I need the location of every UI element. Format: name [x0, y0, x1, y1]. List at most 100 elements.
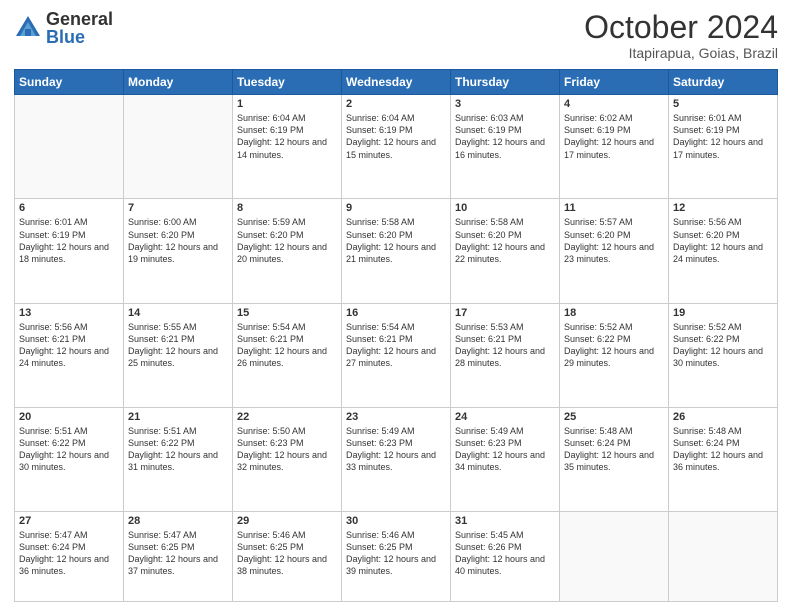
day-number: 25 — [564, 411, 664, 423]
day-info: Sunrise: 6:01 AM Sunset: 6:19 PM Dayligh… — [19, 216, 119, 265]
calendar-header: Sunday Monday Tuesday Wednesday Thursday… — [15, 70, 778, 95]
table-row: 15 Sunrise: 5:54 AM Sunset: 6:21 PM Dayli… — [233, 303, 342, 407]
day-number: 2 — [346, 98, 446, 110]
table-row — [15, 95, 124, 199]
table-row: 5 Sunrise: 6:01 AM Sunset: 6:19 PM Daylig… — [669, 95, 778, 199]
day-number: 31 — [455, 515, 555, 527]
day-number: 18 — [564, 307, 664, 319]
table-row: 25 Sunrise: 5:48 AM Sunset: 6:24 PM Dayli… — [560, 407, 669, 511]
day-number: 6 — [19, 202, 119, 214]
table-row: 7 Sunrise: 6:00 AM Sunset: 6:20 PM Daylig… — [124, 199, 233, 303]
day-info: Sunrise: 6:02 AM Sunset: 6:19 PM Dayligh… — [564, 112, 664, 161]
logo: General Blue — [14, 10, 113, 46]
title-area: October 2024 Itapirapua, Goias, Brazil — [584, 10, 778, 61]
col-saturday: Saturday — [669, 70, 778, 95]
day-info: Sunrise: 5:46 AM Sunset: 6:25 PM Dayligh… — [346, 529, 446, 578]
day-info: Sunrise: 6:01 AM Sunset: 6:19 PM Dayligh… — [673, 112, 773, 161]
day-number: 12 — [673, 202, 773, 214]
logo-icon — [14, 14, 42, 42]
table-row: 9Sunrise: 5:58 AM Sunset: 6:20 PM Daylig… — [342, 199, 451, 303]
col-wednesday: Wednesday — [342, 70, 451, 95]
table-row: 6 Sunrise: 6:01 AM Sunset: 6:19 PM Daylig… — [15, 199, 124, 303]
day-number: 1 — [237, 98, 337, 110]
day-info: Sunrise: 5:48 AM Sunset: 6:24 PM Dayligh… — [564, 425, 664, 474]
day-number: 14 — [128, 307, 228, 319]
day-info: Sunrise: 6:04 AM Sunset: 6:19 PM Dayligh… — [346, 112, 446, 161]
col-monday: Monday — [124, 70, 233, 95]
day-number: 27 — [19, 515, 119, 527]
day-info: Sunrise: 5:49 AM Sunset: 6:23 PM Dayligh… — [455, 425, 555, 474]
table-row — [669, 512, 778, 602]
col-tuesday: Tuesday — [233, 70, 342, 95]
location: Itapirapua, Goias, Brazil — [584, 45, 778, 61]
day-number: 21 — [128, 411, 228, 423]
day-number: 20 — [19, 411, 119, 423]
table-row: 17 Sunrise: 5:53 AM Sunset: 6:21 PM Dayli… — [451, 303, 560, 407]
table-row: 18 Sunrise: 5:52 AM Sunset: 6:22 PM Dayli… — [560, 303, 669, 407]
table-row: 12 Sunrise: 5:56 AM Sunset: 6:20 PM Dayli… — [669, 199, 778, 303]
day-number: 16 — [346, 307, 446, 319]
day-info: Sunrise: 5:57 AM Sunset: 6:20 PM Dayligh… — [564, 216, 664, 265]
table-row: 14Sunrise: 5:55 AM Sunset: 6:21 PM Dayli… — [124, 303, 233, 407]
day-info: Sunrise: 5:51 AM Sunset: 6:22 PM Dayligh… — [19, 425, 119, 474]
table-row: 23 Sunrise: 5:49 AM Sunset: 6:23 PM Dayli… — [342, 407, 451, 511]
day-info: Sunrise: 5:53 AM Sunset: 6:21 PM Dayligh… — [455, 321, 555, 370]
page: General Blue October 2024 Itapirapua, Go… — [0, 0, 792, 612]
col-friday: Friday — [560, 70, 669, 95]
table-row: 2 Sunrise: 6:04 AM Sunset: 6:19 PM Daylig… — [342, 95, 451, 199]
day-info: Sunrise: 5:52 AM Sunset: 6:22 PM Dayligh… — [673, 321, 773, 370]
month-title: October 2024 — [584, 10, 778, 45]
day-info: Sunrise: 5:56 AM Sunset: 6:21 PM Dayligh… — [19, 321, 119, 370]
table-row: 19 Sunrise: 5:52 AM Sunset: 6:22 PM Dayli… — [669, 303, 778, 407]
table-row: 8Sunrise: 5:59 AM Sunset: 6:20 PM Daylig… — [233, 199, 342, 303]
header-row: Sunday Monday Tuesday Wednesday Thursday… — [15, 70, 778, 95]
day-info: Sunrise: 5:56 AM Sunset: 6:20 PM Dayligh… — [673, 216, 773, 265]
calendar-body: 1 Sunrise: 6:04 AM Sunset: 6:19 PM Daylig… — [15, 95, 778, 602]
day-number: 26 — [673, 411, 773, 423]
day-info: Sunrise: 6:00 AM Sunset: 6:20 PM Dayligh… — [128, 216, 228, 265]
day-number: 23 — [346, 411, 446, 423]
table-row: 30Sunrise: 5:46 AM Sunset: 6:25 PM Dayli… — [342, 512, 451, 602]
table-row: 31 Sunrise: 5:45 AM Sunset: 6:26 PM Dayli… — [451, 512, 560, 602]
day-info: Sunrise: 6:03 AM Sunset: 6:19 PM Dayligh… — [455, 112, 555, 161]
day-info: Sunrise: 5:45 AM Sunset: 6:26 PM Dayligh… — [455, 529, 555, 578]
table-row: 20 Sunrise: 5:51 AM Sunset: 6:22 PM Dayli… — [15, 407, 124, 511]
day-info: Sunrise: 5:54 AM Sunset: 6:21 PM Dayligh… — [346, 321, 446, 370]
day-info: Sunrise: 5:58 AM Sunset: 6:20 PM Dayligh… — [455, 216, 555, 265]
day-number: 15 — [237, 307, 337, 319]
calendar-table: Sunday Monday Tuesday Wednesday Thursday… — [14, 69, 778, 602]
day-info: Sunrise: 5:46 AM Sunset: 6:25 PM Dayligh… — [237, 529, 337, 578]
table-row: 11Sunrise: 5:57 AM Sunset: 6:20 PM Dayli… — [560, 199, 669, 303]
logo-general-text: General — [46, 10, 113, 28]
table-row: 4Sunrise: 6:02 AM Sunset: 6:19 PM Daylig… — [560, 95, 669, 199]
day-number: 8 — [237, 202, 337, 214]
logo-blue-text: Blue — [46, 28, 113, 46]
day-info: Sunrise: 5:54 AM Sunset: 6:21 PM Dayligh… — [237, 321, 337, 370]
table-row: 3 Sunrise: 6:03 AM Sunset: 6:19 PM Daylig… — [451, 95, 560, 199]
table-row: 26Sunrise: 5:48 AM Sunset: 6:24 PM Dayli… — [669, 407, 778, 511]
day-number: 5 — [673, 98, 773, 110]
table-row: 29Sunrise: 5:46 AM Sunset: 6:25 PM Dayli… — [233, 512, 342, 602]
day-info: Sunrise: 5:47 AM Sunset: 6:25 PM Dayligh… — [128, 529, 228, 578]
day-number: 10 — [455, 202, 555, 214]
header: General Blue October 2024 Itapirapua, Go… — [14, 10, 778, 61]
table-row: 22Sunrise: 5:50 AM Sunset: 6:23 PM Dayli… — [233, 407, 342, 511]
col-thursday: Thursday — [451, 70, 560, 95]
day-number: 3 — [455, 98, 555, 110]
day-info: Sunrise: 5:51 AM Sunset: 6:22 PM Dayligh… — [128, 425, 228, 474]
day-info: Sunrise: 5:52 AM Sunset: 6:22 PM Dayligh… — [564, 321, 664, 370]
table-row: 10 Sunrise: 5:58 AM Sunset: 6:20 PM Dayli… — [451, 199, 560, 303]
day-info: Sunrise: 5:47 AM Sunset: 6:24 PM Dayligh… — [19, 529, 119, 578]
day-number: 7 — [128, 202, 228, 214]
col-sunday: Sunday — [15, 70, 124, 95]
day-number: 22 — [237, 411, 337, 423]
table-row: 1Sunrise: 6:04 AM Sunset: 6:19 PM Daylig… — [233, 95, 342, 199]
table-row — [124, 95, 233, 199]
day-info: Sunrise: 5:49 AM Sunset: 6:23 PM Dayligh… — [346, 425, 446, 474]
table-row — [560, 512, 669, 602]
table-row: 21 Sunrise: 5:51 AM Sunset: 6:22 PM Dayli… — [124, 407, 233, 511]
day-number: 28 — [128, 515, 228, 527]
day-number: 19 — [673, 307, 773, 319]
day-number: 17 — [455, 307, 555, 319]
table-row: 16 Sunrise: 5:54 AM Sunset: 6:21 PM Dayli… — [342, 303, 451, 407]
